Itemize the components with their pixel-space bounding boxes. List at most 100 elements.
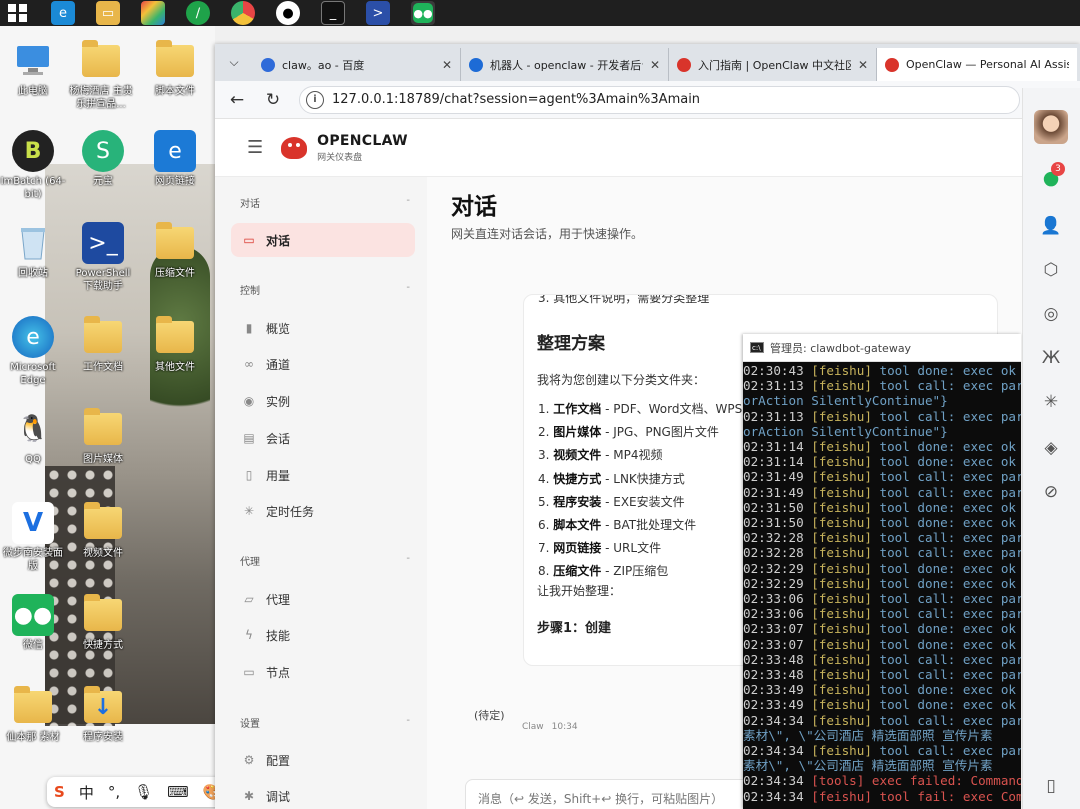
desktop-icon-yuanbao[interactable]: S 元宝 bbox=[70, 130, 136, 188]
chrome-taskbar-icon[interactable] bbox=[231, 1, 255, 25]
step-heading: 步骤1：创建 bbox=[537, 621, 612, 636]
terminal-line: 02:33:48 [feishu] tool call: exec par bbox=[743, 667, 1021, 683]
desktop-icon-qq[interactable]: 🐧 QQ bbox=[0, 408, 66, 466]
desktop-icon-image-media[interactable]: 图片媒体 bbox=[70, 408, 136, 466]
butterfly-icon[interactable]: Ж bbox=[1039, 346, 1063, 370]
terminal-line: 02:31:49 [feishu] tool call: exec par bbox=[743, 484, 1021, 500]
recycle-bin-icon bbox=[12, 222, 54, 264]
tab-search-chevron-icon[interactable]: ⌵ bbox=[215, 44, 253, 81]
openclaw-favicon-icon bbox=[885, 57, 899, 72]
desktop-icon-shortcuts[interactable]: 快捷方式 bbox=[70, 594, 136, 652]
page-subtitle: 网关直连对话会话，用于快速操作。 bbox=[451, 227, 644, 241]
github-taskbar-icon[interactable]: ● bbox=[276, 1, 300, 25]
message-author: Claw bbox=[522, 722, 544, 732]
wechat-taskbar-icon[interactable]: ●● bbox=[411, 1, 435, 25]
plan-heading: 整理方案 bbox=[537, 334, 605, 354]
sidebar-item-usage[interactable]: ▯ 用量 bbox=[231, 458, 415, 492]
punctuation-toggle[interactable]: °, bbox=[108, 783, 120, 801]
aperture-icon[interactable]: ◎ bbox=[1039, 302, 1063, 326]
terminal-line: 02:33:06 [feishu] tool call: exec par bbox=[743, 606, 1021, 622]
terminal-title: 管理员: clawdbot-gateway bbox=[770, 341, 912, 355]
sidebar-section-settings[interactable]: 设置 - bbox=[240, 715, 410, 730]
microphone-icon[interactable]: 🎙 bbox=[134, 783, 153, 801]
desktop-icon-installers[interactable]: ↓ 程序安装 bbox=[70, 686, 136, 744]
terminal-line: 02:33:07 [feishu] tool done: exec ok bbox=[743, 636, 1016, 652]
desktop-icon-video-files[interactable]: 视频文件 bbox=[70, 502, 136, 560]
sidebar-section-control[interactable]: 控制 - bbox=[240, 282, 410, 297]
url-input[interactable]: i 127.0.0.1:18789/chat?session=agent%3Am… bbox=[299, 85, 1020, 114]
site-info-icon[interactable]: i bbox=[306, 90, 324, 109]
diamond-icon[interactable]: ◈ bbox=[1039, 436, 1063, 460]
sidebar-section-chat[interactable]: 对话 - bbox=[240, 195, 410, 210]
terminal-line: 02:31:13 [feishu] tool call: exec par bbox=[743, 378, 1021, 394]
desktop-icon-work-docs[interactable]: 工作文档 bbox=[70, 316, 136, 374]
folder-icon bbox=[82, 408, 124, 450]
desktop-icon-sempurna-assets[interactable]: 仙本那 素材 bbox=[0, 686, 66, 744]
cube-icon[interactable]: ⬡ bbox=[1039, 258, 1063, 282]
desktop-icon-wechat[interactable]: ●● 微信 bbox=[0, 594, 66, 652]
hamburger-menu-icon[interactable]: ☰ bbox=[247, 137, 263, 158]
green-app-taskbar-icon[interactable]: ∕ bbox=[186, 1, 210, 25]
desktop-icon-folder-hotel[interactable]: 杨梅酒店 主贵乐拼宣品... bbox=[68, 40, 134, 111]
close-tab-icon[interactable]: ✕ bbox=[442, 58, 452, 72]
pinwheel-app-taskbar-icon[interactable] bbox=[141, 1, 165, 25]
folder-icon bbox=[82, 316, 124, 358]
sidebar-item-sessions[interactable]: ▤ 会话 bbox=[231, 421, 415, 455]
desktop-icon-weibu[interactable]: V 微步南安装面版 bbox=[0, 502, 66, 573]
desktop-icon-this-pc[interactable]: 此电脑 bbox=[0, 40, 66, 98]
desktop-icon-archives[interactable]: 压缩文件 bbox=[142, 222, 208, 280]
sidebar-item-channels[interactable]: ∞ 通道 bbox=[231, 347, 415, 381]
edge-taskbar-icon[interactable]: e bbox=[51, 1, 75, 25]
phone-icon[interactable]: ▯ bbox=[1039, 774, 1063, 798]
yuanbao-icon: S bbox=[82, 130, 124, 172]
sogou-logo-icon[interactable]: S bbox=[54, 783, 65, 801]
taskbar: e ▭ ∕ ● _ > ●● bbox=[0, 0, 1080, 26]
sidebar-item-nodes[interactable]: ▭ 节点 bbox=[231, 655, 415, 689]
desktop: 此电脑 杨梅酒店 主贵乐拼宣品... 脚本文件 B ImBatch (64-bi… bbox=[0, 26, 215, 809]
link-icon[interactable]: ⊘ bbox=[1039, 480, 1063, 504]
sidebar-item-chat[interactable]: ▭ 对话 bbox=[231, 223, 415, 257]
ime-mode-toggle[interactable]: 中 bbox=[79, 782, 94, 803]
tab-strip: ⌵ claw。ao - 百度 ✕ 机器人 - openclaw - 开发者后台 … bbox=[215, 44, 1080, 81]
keyboard-icon[interactable]: ⌨ bbox=[167, 783, 189, 801]
desktop-icon-web-links[interactable]: e 网页链接 bbox=[142, 130, 208, 188]
close-tab-icon[interactable]: ✕ bbox=[650, 58, 660, 72]
sidebar-item-debug[interactable]: ✱ 调试 bbox=[231, 779, 415, 809]
file-explorer-taskbar-icon[interactable]: ▭ bbox=[96, 1, 120, 25]
windows-start-icon[interactable] bbox=[6, 1, 30, 25]
collapse-dash-icon: - bbox=[406, 282, 410, 293]
sparkle-icon: ✳ bbox=[243, 504, 255, 518]
sidebar-item-agents[interactable]: ▱ 代理 bbox=[231, 582, 415, 616]
browser-tab-openclaw-active[interactable]: OpenClaw — Personal AI Assistant bbox=[877, 48, 1077, 81]
back-arrow-icon[interactable]: ← bbox=[227, 90, 247, 110]
contacts-icon[interactable]: 👤 bbox=[1039, 214, 1063, 238]
terminal-line: 02:32:29 [feishu] tool done: exec ok bbox=[743, 560, 1016, 576]
sidebar-item-overview[interactable]: ▮ 概览 bbox=[231, 311, 415, 345]
sidebar-section-agents[interactable]: 代理 - bbox=[240, 553, 410, 568]
powershell-taskbar-icon[interactable]: > bbox=[366, 1, 390, 25]
sidebar-item-cron[interactable]: ✳ 定时任务 bbox=[231, 494, 415, 528]
browser-tab-feishu-robot[interactable]: 机器人 - openclaw - 开发者后台 ✕ bbox=[461, 48, 669, 81]
terminal-line: 02:31:13 [feishu] tool call: exec par bbox=[743, 408, 1021, 424]
user-avatar[interactable] bbox=[1034, 110, 1068, 144]
sidebar-item-instances[interactable]: ◉ 实例 bbox=[231, 384, 415, 418]
browser-tab-getting-started[interactable]: 入门指南 | OpenClaw 中文社区 ✕ bbox=[669, 48, 877, 81]
terminal-titlebar[interactable]: c:\ 管理员: clawdbot-gateway bbox=[743, 334, 1021, 362]
close-tab-icon[interactable]: ✕ bbox=[858, 58, 868, 72]
sidebar-item-config[interactable]: ⚙ 配置 bbox=[231, 743, 415, 777]
sidebar-item-skills[interactable]: ϟ 技能 bbox=[231, 618, 415, 652]
bug-icon: ✱ bbox=[243, 789, 255, 803]
browser-tab-baidu[interactable]: claw。ao - 百度 ✕ bbox=[253, 48, 461, 81]
reload-icon[interactable]: ↻ bbox=[263, 90, 283, 110]
desktop-icon-powershell-helper[interactable]: >_ PowerShell 下载助手 bbox=[70, 222, 136, 293]
desktop-icon-imbatch[interactable]: B ImBatch (64-bit) bbox=[0, 130, 66, 201]
sparkle-icon[interactable]: ✳ bbox=[1039, 390, 1063, 414]
desktop-icon-scripts[interactable]: 脚本文件 bbox=[142, 40, 208, 98]
desktop-icon-other-files[interactable]: 其他文件 bbox=[142, 316, 208, 374]
terminal-line: 02:34:34 [feishu] tool call: exec par bbox=[743, 743, 1021, 759]
terminal-window[interactable]: c:\ 管理员: clawdbot-gateway 02:30:43 [feis… bbox=[743, 334, 1021, 809]
terminal-taskbar-icon[interactable]: _ bbox=[321, 1, 345, 25]
openclaw-logo-icon bbox=[281, 136, 308, 159]
desktop-icon-recycle-bin[interactable]: 回收站 bbox=[0, 222, 66, 280]
desktop-icon-edge[interactable]: e Microsoft Edge bbox=[0, 316, 66, 387]
